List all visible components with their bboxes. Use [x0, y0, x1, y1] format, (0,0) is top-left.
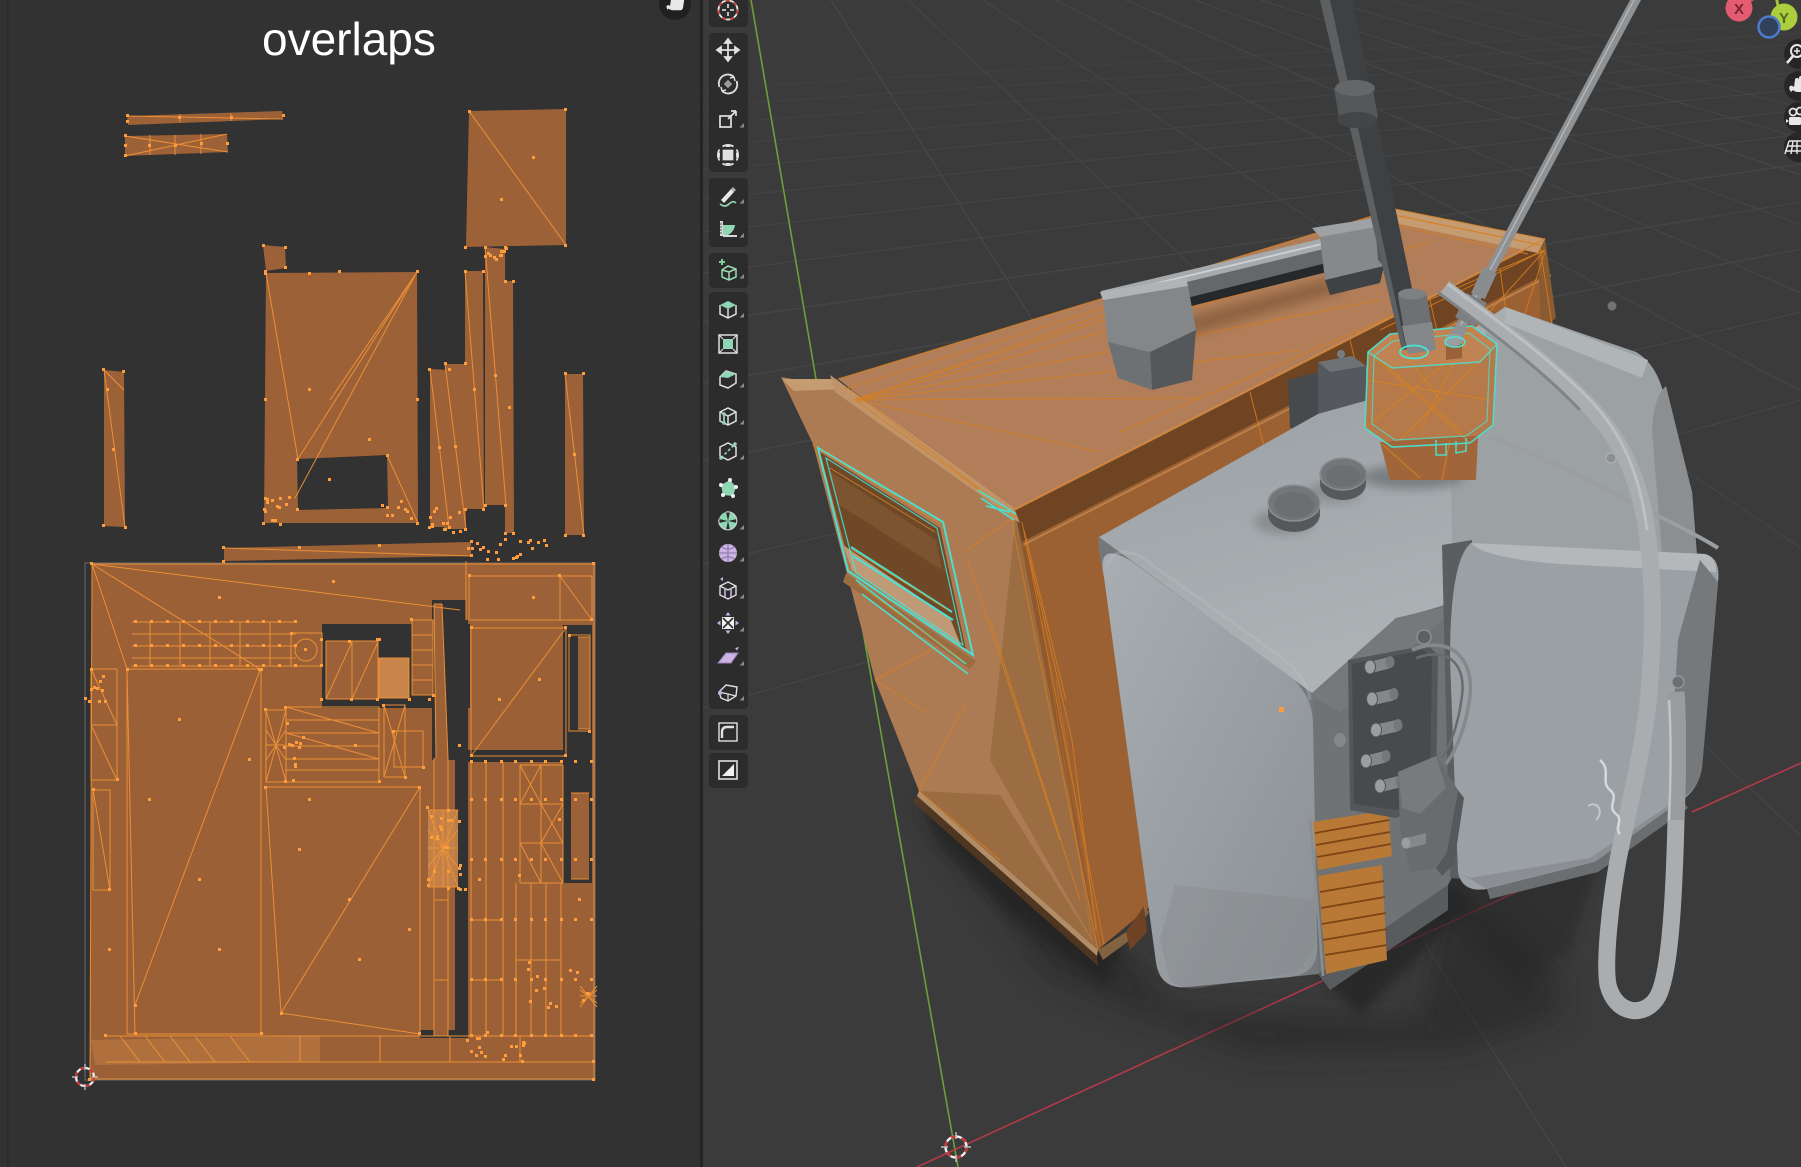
svg-text:X: X — [1734, 1, 1744, 18]
svg-text:overlaps: overlaps — [262, 13, 436, 65]
svg-text:Y: Y — [1779, 10, 1789, 27]
